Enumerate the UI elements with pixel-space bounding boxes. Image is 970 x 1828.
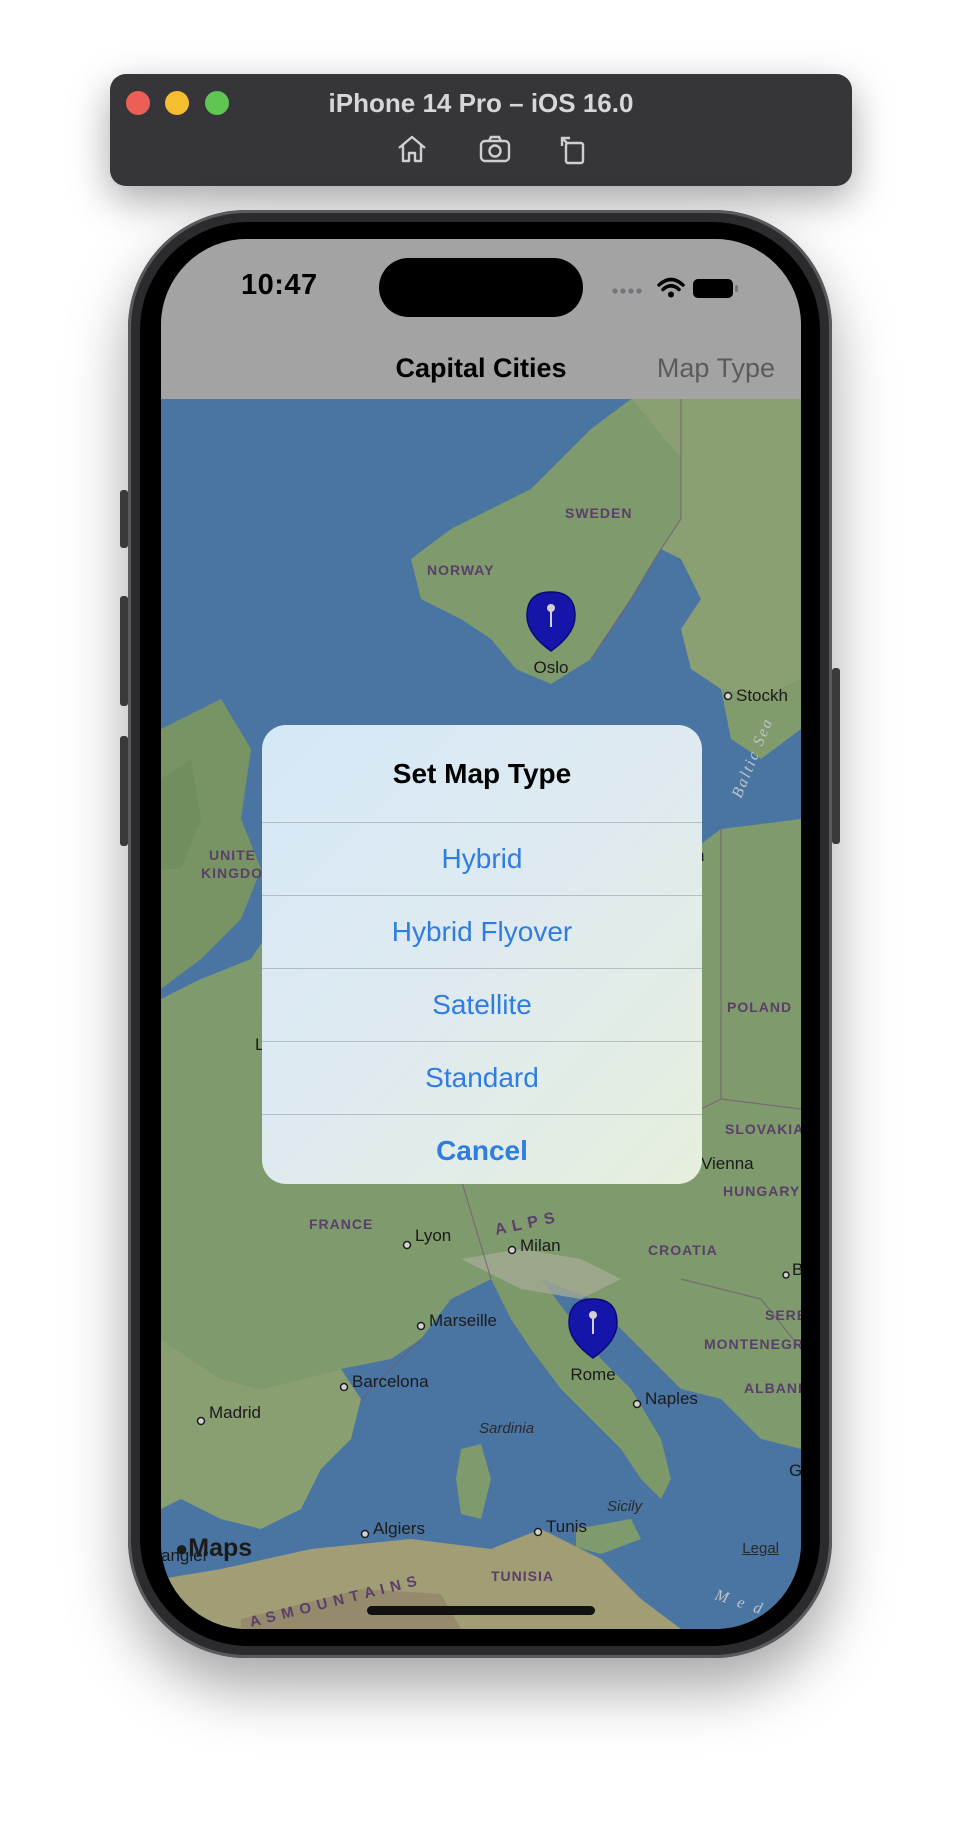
simulator-title: iPhone 14 Pro – iOS 16.0: [328, 88, 634, 118]
alert-title: Set Map Type: [392, 757, 572, 789]
hybrid-button[interactable]: Hybrid: [262, 822, 702, 895]
rotate-icon[interactable]: [554, 130, 592, 168]
device-screen: 10:47 Capital Cities Map Type SWEDEN NOR…: [161, 239, 801, 1629]
home-indicator[interactable]: [367, 1606, 595, 1615]
volume-up-button: [120, 596, 128, 706]
hybrid-flyover-button[interactable]: Hybrid Flyover: [262, 895, 702, 968]
power-button: [832, 668, 840, 844]
volume-down-button: [120, 736, 128, 846]
standard-button[interactable]: Standard: [262, 1041, 702, 1114]
satellite-button[interactable]: Satellite: [262, 968, 702, 1041]
simulator-toolbar: iPhone 14 Pro – iOS 16.0: [110, 74, 852, 186]
cancel-button[interactable]: Cancel: [262, 1114, 702, 1184]
mute-switch: [120, 490, 128, 548]
screenshot-icon[interactable]: [476, 130, 514, 168]
home-icon[interactable]: [393, 130, 431, 168]
map-type-alert: Set Map Type Hybrid Hybrid Flyover Satel…: [262, 725, 702, 1184]
